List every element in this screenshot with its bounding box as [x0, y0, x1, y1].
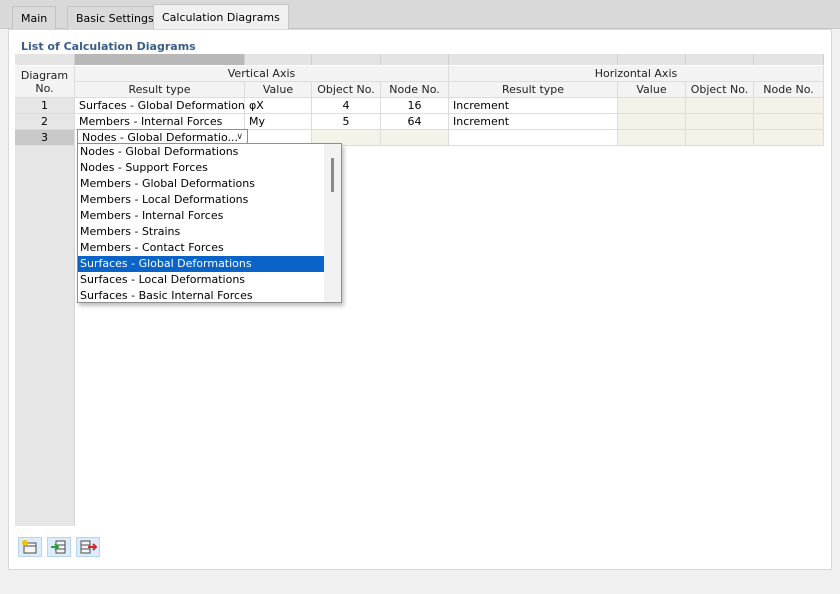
tab-main[interactable]: Main — [12, 6, 57, 29]
tab-basic-settings[interactable]: Basic Settings — [67, 6, 163, 29]
header-diagram-no: Diagram No. — [15, 66, 75, 98]
result-type-dropdown-list: Nodes - Global Deformations Nodes - Supp… — [77, 143, 342, 303]
row-number[interactable]: 3 — [15, 130, 75, 146]
header-v-value: Value — [245, 82, 312, 98]
header-h-value: Value — [618, 82, 686, 98]
scrollbar-thumb[interactable] — [331, 158, 334, 192]
new-row-icon[interactable] — [18, 537, 42, 557]
v-object-no-cell[interactable]: 5 — [312, 114, 381, 130]
strip-cell — [449, 54, 618, 65]
dropdown-option[interactable]: Members - Contact Forces — [78, 240, 324, 256]
strip-cell — [381, 54, 449, 65]
h-value-cell[interactable] — [618, 98, 686, 114]
strip-cell — [312, 54, 381, 65]
v-value-cell[interactable]: My — [245, 114, 312, 130]
header-h-object-no: Object No. — [686, 82, 754, 98]
h-object-no-cell[interactable] — [686, 98, 754, 114]
h-node-no-cell[interactable] — [754, 114, 824, 130]
row-number[interactable]: 2 — [15, 114, 75, 130]
import-icon[interactable] — [47, 537, 71, 557]
h-node-no-cell[interactable] — [754, 130, 824, 146]
strip-cell — [754, 54, 824, 65]
strip-cell — [245, 54, 312, 65]
panel-title: List of Calculation Diagrams — [21, 40, 196, 53]
dropdown-scrollbar[interactable] — [324, 144, 341, 302]
dropdown-option[interactable]: Members - Internal Forces — [78, 208, 324, 224]
v-result-type-cell[interactable]: Surfaces - Global Deformations — [75, 98, 245, 114]
h-value-cell[interactable] — [618, 130, 686, 146]
header-v-node-no: Node No. — [381, 82, 449, 98]
dropdown-option[interactable]: Nodes - Global Deformations — [78, 144, 324, 160]
strip-cell — [15, 54, 75, 65]
header-h-result-type: Result type — [449, 82, 618, 98]
v-node-no-cell[interactable] — [381, 130, 449, 146]
dropdown-option[interactable]: Surfaces - Local Deformations — [78, 272, 324, 288]
h-node-no-cell[interactable] — [754, 98, 824, 114]
dropdown-option[interactable]: Members - Local Deformations — [78, 192, 324, 208]
tab-calculation-diagrams[interactable]: Calculation Diagrams — [153, 4, 289, 30]
strip-cell — [75, 54, 245, 65]
header-horizontal-axis: Horizontal Axis — [449, 66, 824, 82]
header-v-result-type: Result type — [75, 82, 245, 98]
row-number[interactable]: 1 — [15, 98, 75, 114]
export-icon[interactable] — [76, 537, 100, 557]
h-result-type-cell[interactable] — [449, 130, 618, 146]
dropdown-option-selected[interactable]: Surfaces - Global Deformations — [78, 256, 324, 272]
h-object-no-cell[interactable] — [686, 114, 754, 130]
dropdown-option[interactable]: Members - Global Deformations — [78, 176, 324, 192]
h-result-type-cell[interactable]: Increment — [449, 114, 618, 130]
header-h-node-no: Node No. — [754, 82, 824, 98]
v-value-cell[interactable]: φX — [245, 98, 312, 114]
dropdown-option[interactable]: Nodes - Support Forces — [78, 160, 324, 176]
h-result-type-cell[interactable]: Increment — [449, 98, 618, 114]
v-node-no-cell[interactable]: 64 — [381, 114, 449, 130]
v-result-type-cell[interactable]: Members - Internal Forces — [75, 114, 245, 130]
h-object-no-cell[interactable] — [686, 130, 754, 146]
strip-cell — [686, 54, 754, 65]
dropdown-option[interactable]: Surfaces - Basic Internal Forces — [78, 288, 324, 302]
h-value-cell[interactable] — [618, 114, 686, 130]
v-object-no-cell[interactable]: 4 — [312, 98, 381, 114]
header-v-object-no: Object No. — [312, 82, 381, 98]
v-node-no-cell[interactable]: 16 — [381, 98, 449, 114]
tab-bar: Main Basic Settings Calculation Diagrams — [0, 0, 840, 30]
header-vertical-axis: Vertical Axis — [75, 66, 449, 82]
dropdown-option[interactable]: Members - Strains — [78, 224, 324, 240]
strip-cell — [618, 54, 686, 65]
